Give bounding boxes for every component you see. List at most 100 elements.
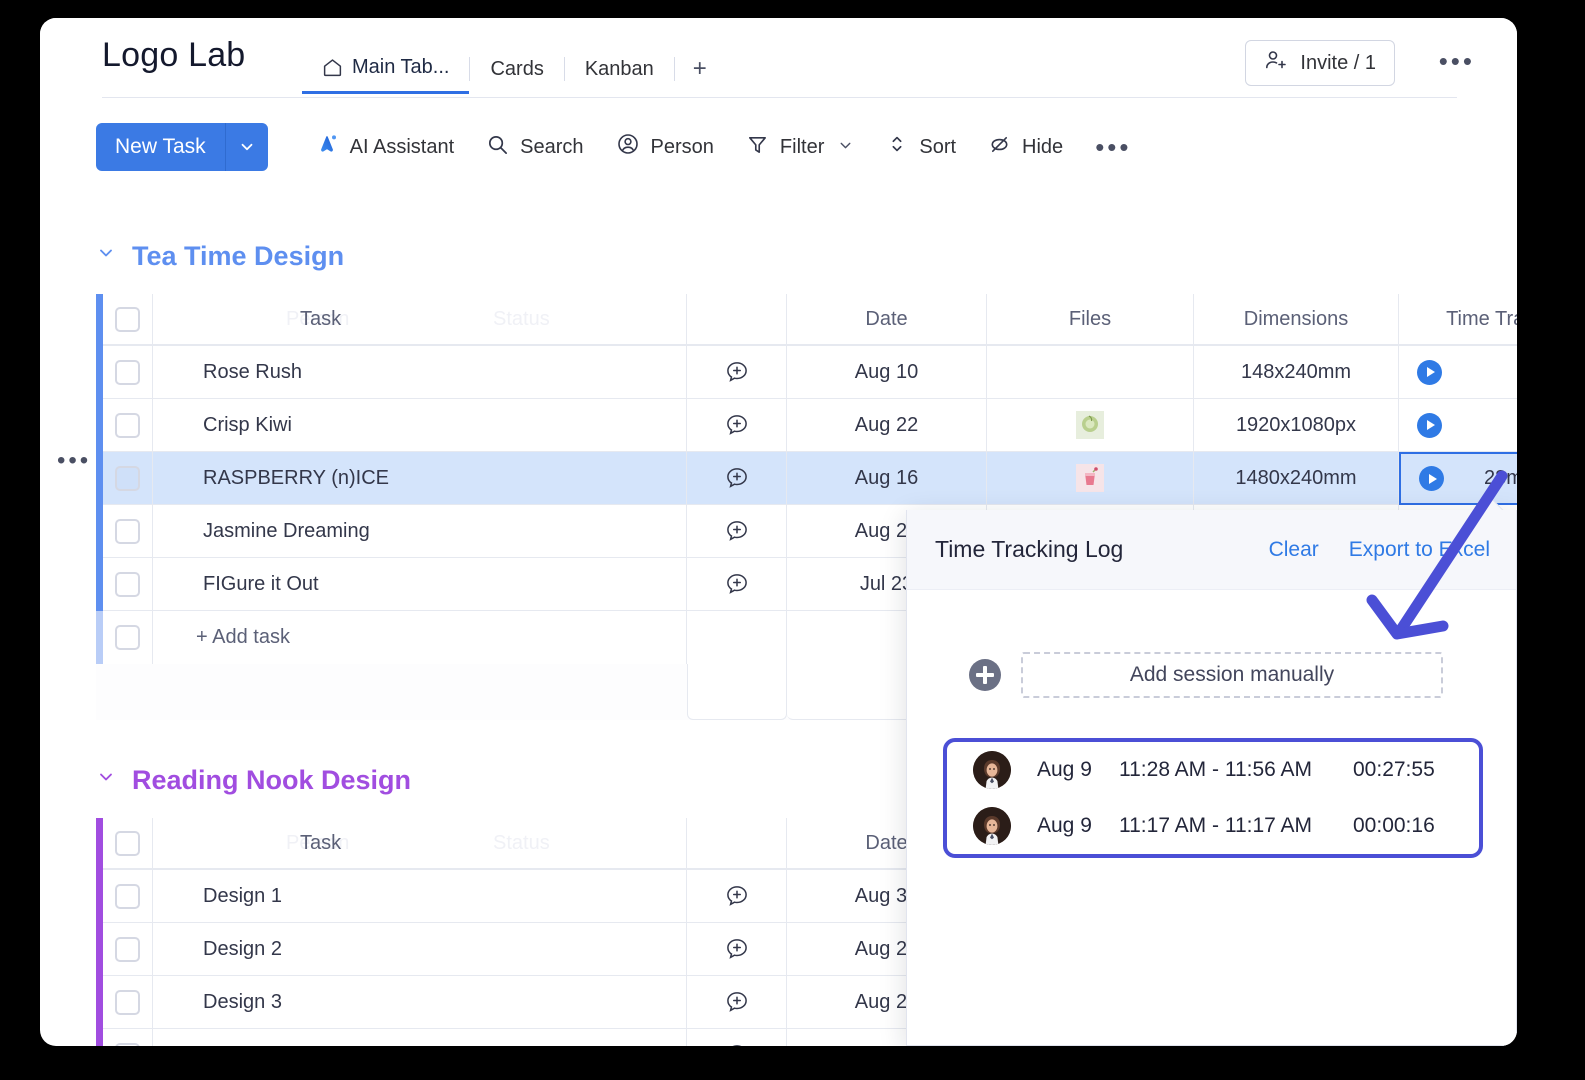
cell-time-tracking[interactable] [1399,346,1517,399]
play-icon[interactable] [1417,412,1442,438]
column-header-files[interactable]: Files [987,294,1194,346]
toolbar-item-filter[interactable]: Filter [733,125,867,169]
new-task-button[interactable]: New Task [96,123,268,171]
cell-chat[interactable] [687,870,787,923]
chevron-down-icon[interactable] [837,137,854,157]
column-header-date[interactable]: Date [787,294,987,346]
add-comment-icon[interactable] [724,518,750,544]
chevron-down-icon[interactable] [226,123,268,171]
cell-task[interactable]: Design 2 [153,923,687,976]
invite-button[interactable]: Invite / 1 [1245,40,1395,86]
session-row[interactable]: Aug 9 11:17 AM - 11:17 AM 00:00:16 [947,798,1479,854]
table-row[interactable]: RASPBERRY (n)ICE Aug 16 1480x240mm 28m [96,452,1517,505]
toolbar-item-search[interactable]: Search [473,125,596,169]
cell-time-tracking-selected[interactable]: 28m [1399,452,1517,505]
cell-date[interactable]: Aug 10 [787,346,987,399]
row-checkbox[interactable] [115,989,140,1015]
cell-files[interactable] [987,399,1194,452]
row-select-cell[interactable] [103,399,153,452]
row-checkbox[interactable] [115,412,140,438]
board-options-button[interactable]: ••• [1439,48,1475,74]
column-header-task[interactable]: Person Status Task [153,294,687,346]
toolbar-more-button[interactable]: ••• [1082,125,1144,169]
select-all-cell[interactable] [103,818,153,870]
add-session-manually-button[interactable]: Add session manually [1021,652,1443,698]
row-select-cell[interactable] [103,611,153,664]
row-checkbox[interactable] [115,625,140,650]
tab-cards[interactable]: Cards [470,46,563,92]
toolbar-item-sort[interactable]: Sort [873,125,969,169]
add-comment-icon[interactable] [724,936,750,962]
toolbar-item-hide[interactable]: Hide [975,125,1076,169]
export-to-excel-button[interactable]: Export to Excel [1349,538,1490,562]
tab-main-table[interactable]: Main Tab... [302,45,470,94]
table-row[interactable]: Crisp Kiwi Aug 22 1920x1080px [96,399,1517,452]
table-row[interactable]: Rose Rush Aug 10 148x240mm [96,346,1517,399]
add-comment-icon[interactable] [724,412,750,438]
cell-task[interactable]: RASPBERRY (n)ICE [153,452,687,505]
row-select-cell[interactable] [103,346,153,399]
cell-task[interactable]: Crisp Kiwi [153,399,687,452]
column-header-chat[interactable] [687,818,787,870]
row-select-cell[interactable] [103,1029,153,1046]
column-header-task[interactable]: Person Status Task [153,818,687,870]
row-select-cell[interactable] [103,976,153,1029]
row-checkbox[interactable] [115,883,140,909]
row-checkbox[interactable] [115,465,140,491]
row-select-cell[interactable] [103,505,153,558]
chevron-down-icon[interactable] [96,243,116,269]
chevron-down-icon[interactable] [96,767,116,793]
raspberry-drink-thumbnail[interactable] [1076,464,1104,492]
cell-time-tracking[interactable] [1399,399,1517,452]
row-checkbox[interactable] [115,359,140,385]
cell-task[interactable]: FIGure it Out [153,558,687,611]
cell-dimensions[interactable]: 148x240mm [1194,346,1399,399]
column-header-dimensions[interactable]: Dimensions [1194,294,1399,346]
kiwi-thumbnail[interactable] [1076,411,1104,439]
row-select-cell[interactable] [103,558,153,611]
play-icon[interactable] [1419,466,1444,491]
select-all-cell[interactable] [103,294,153,346]
tab-kanban[interactable]: Kanban [565,46,674,92]
clear-button[interactable]: Clear [1269,538,1319,562]
add-task-button[interactable]: + Add task [153,611,687,664]
cell-chat[interactable] [687,505,787,558]
cell-chat[interactable] [687,452,787,505]
row-select-cell[interactable] [103,452,153,505]
cell-dimensions[interactable]: 1920x1080px [1194,399,1399,452]
row-checkbox[interactable] [115,571,140,597]
cell-chat[interactable] [687,1029,787,1046]
cell-task[interactable]: Design 1 [153,870,687,923]
toolbar-item-ai-assistant[interactable]: AI Assistant [302,125,468,169]
cell-chat[interactable] [687,923,787,976]
cell-task[interactable]: Jasmine Dreaming [153,505,687,558]
plus-circle-icon[interactable] [969,659,1001,691]
session-row[interactable]: Aug 9 11:28 AM - 11:56 AM 00:27:55 [947,742,1479,798]
cell-chat[interactable] [687,346,787,399]
add-comment-icon[interactable] [724,465,750,491]
select-all-checkbox[interactable] [115,830,140,856]
add-tab-button[interactable]: + [675,46,725,92]
cell-task[interactable]: Design 4 [153,1029,687,1046]
cell-dimensions[interactable]: 1480x240mm [1194,452,1399,505]
cell-date[interactable]: Aug 22 [787,399,987,452]
cell-task[interactable]: Design 3 [153,976,687,1029]
row-checkbox[interactable] [115,936,140,962]
row-checkbox[interactable] [115,518,140,544]
cell-files[interactable] [987,452,1194,505]
cell-chat[interactable] [687,399,787,452]
add-comment-icon[interactable] [724,883,750,909]
cell-task[interactable]: Rose Rush [153,346,687,399]
row-checkbox[interactable] [115,1042,140,1046]
play-icon[interactable] [1417,359,1442,385]
select-all-checkbox[interactable] [115,306,140,332]
toolbar-item-person[interactable]: Person [603,125,727,169]
cell-chat[interactable] [687,558,787,611]
add-comment-icon[interactable] [724,571,750,597]
row-options-button[interactable]: ••• [57,449,91,473]
add-comment-icon[interactable] [724,359,750,385]
row-select-cell[interactable] [103,870,153,923]
add-comment-icon[interactable] [724,989,750,1015]
row-select-cell[interactable] [103,923,153,976]
cell-chat[interactable] [687,976,787,1029]
